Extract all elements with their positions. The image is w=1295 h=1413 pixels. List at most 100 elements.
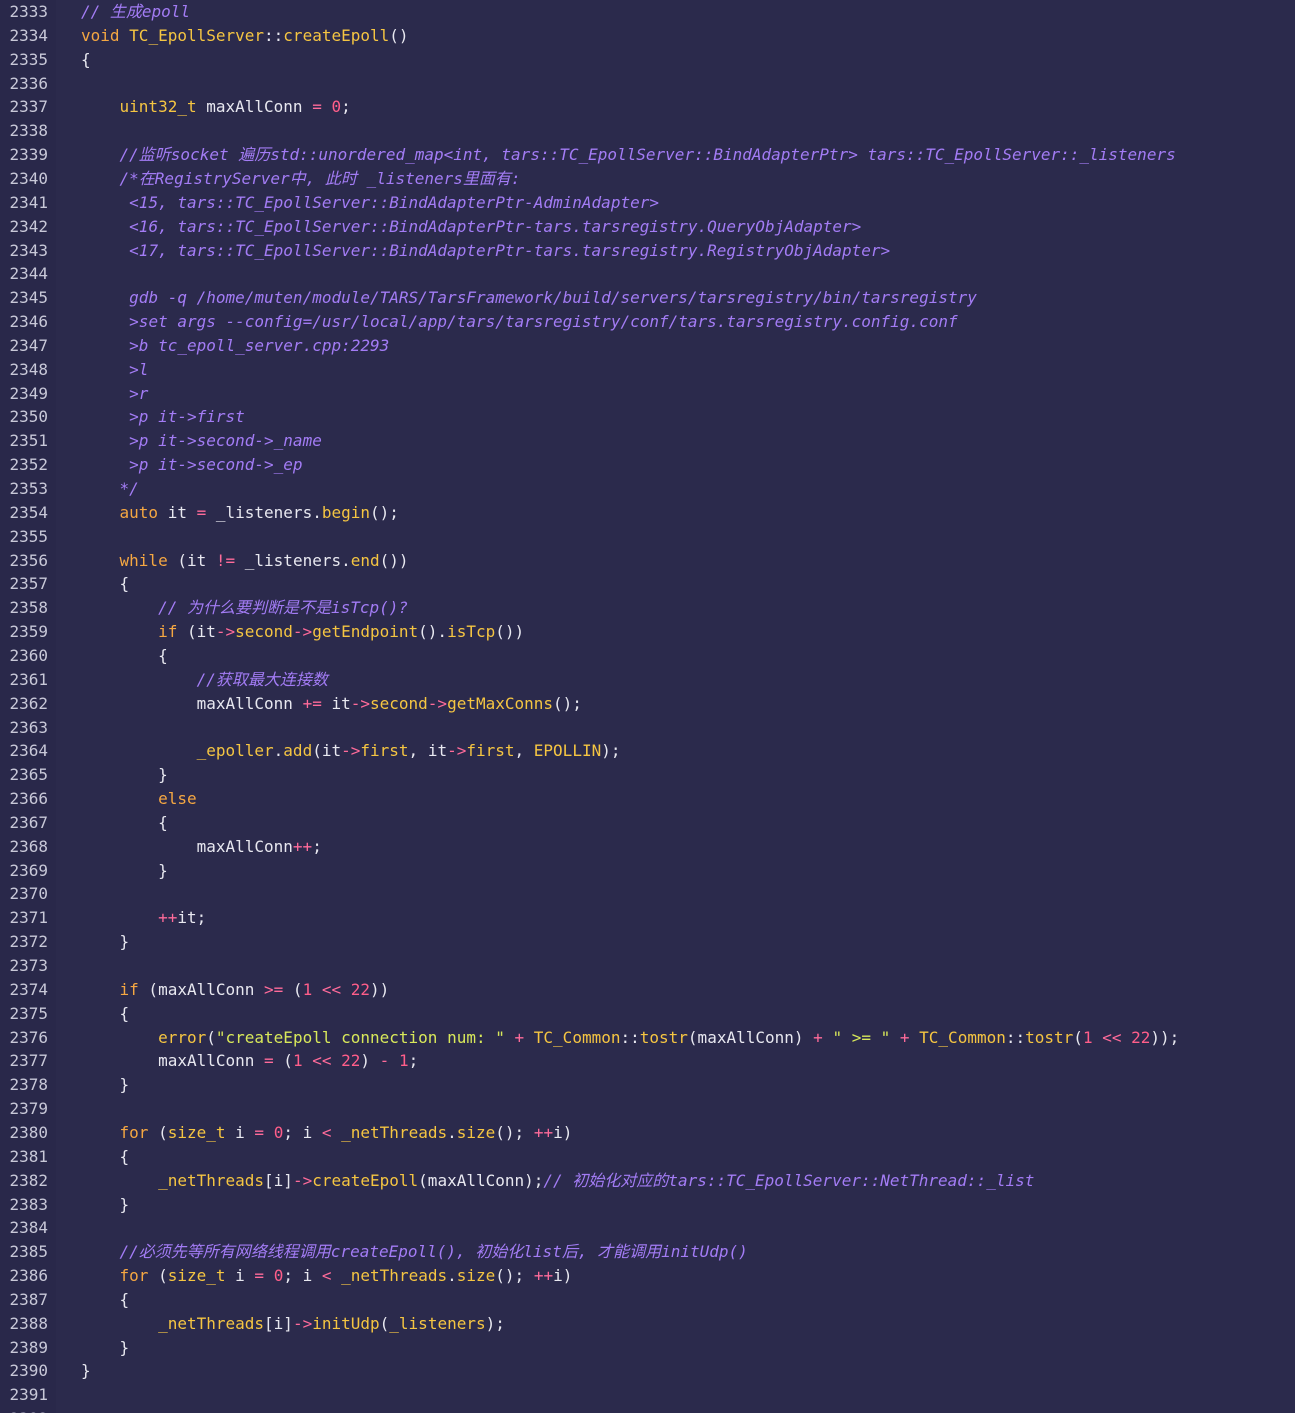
- code-token: first: [466, 741, 515, 761]
- code-token: i: [225, 1122, 255, 1142]
- code-line[interactable]: 2361 //获取最大连接数: [0, 668, 1295, 692]
- code-line[interactable]: 2350 >p it->first: [0, 405, 1295, 429]
- line-number: 2344: [9, 264, 48, 284]
- code-line[interactable]: 2345 gdb -q /home/muten/module/TARS/Tars…: [0, 286, 1295, 310]
- code-line[interactable]: 2363: [0, 716, 1295, 740]
- code-token: second: [235, 622, 293, 642]
- code-line[interactable]: 2335 {: [0, 48, 1295, 72]
- code-line[interactable]: 2386 for (size_t i = 0; i < _netThreads.…: [0, 1264, 1295, 1288]
- code-line[interactable]: 2355: [0, 525, 1295, 549]
- code-line[interactable]: 2337 uint32_t maxAllConn = 0;: [0, 95, 1295, 119]
- code-line[interactable]: 2357 {: [0, 572, 1295, 596]
- code-line[interactable]: 2336: [0, 72, 1295, 96]
- code-line[interactable]: 2349 >r: [0, 382, 1295, 406]
- code-line[interactable]: 2353 */: [0, 477, 1295, 501]
- code-line[interactable]: 2388 _netThreads[i]->initUdp(_listeners)…: [0, 1312, 1295, 1336]
- line-code: }: [81, 1073, 130, 1097]
- code-token: =: [254, 1122, 265, 1142]
- line-number: 2335: [9, 49, 48, 69]
- code-line[interactable]: 2351 >p it->second->_name: [0, 429, 1295, 453]
- line-code: {: [81, 1002, 130, 1026]
- code-line[interactable]: 2372 }: [0, 930, 1295, 954]
- code-token: 1: [398, 1051, 409, 1071]
- code-token: _netThreads: [341, 1266, 448, 1286]
- line-number: 2346: [9, 312, 48, 332]
- code-token: ));: [1150, 1027, 1180, 1047]
- code-line[interactable]: 2354 auto it = _listeners.begin();: [0, 501, 1295, 525]
- code-line[interactable]: 2344: [0, 262, 1295, 286]
- code-line[interactable]: 2342 <16, tars::TC_EpollServer::BindAdap…: [0, 215, 1295, 239]
- line-number: 2334: [9, 25, 48, 45]
- line-code: maxAllConn += it->second->getMaxConns();: [81, 692, 582, 716]
- code-line[interactable]: 2374 if (maxAllConn >= (1 << 22)): [0, 978, 1295, 1002]
- code-line[interactable]: 2373: [0, 954, 1295, 978]
- code-line[interactable]: 2341 <15, tars::TC_EpollServer::BindAdap…: [0, 191, 1295, 215]
- line-number: 2367: [9, 812, 48, 832]
- code-line[interactable]: 2384: [0, 1216, 1295, 1240]
- code-token: second: [370, 693, 428, 713]
- code-line[interactable]: 2380 for (size_t i = 0; i < _netThreads.…: [0, 1121, 1295, 1145]
- code-line[interactable]: 2370: [0, 882, 1295, 906]
- code-token: }: [81, 860, 168, 880]
- code-line[interactable]: 2387 {: [0, 1288, 1295, 1312]
- code-line[interactable]: 2368 maxAllConn++;: [0, 835, 1295, 859]
- code-line[interactable]: 2392: [0, 1407, 1295, 1413]
- code-line[interactable]: 2358 // 为什么要判断是不是isTcp()?: [0, 596, 1295, 620]
- code-token: " >= ": [832, 1027, 891, 1047]
- code-line[interactable]: 2343 <17, tars::TC_EpollServer::BindAdap…: [0, 239, 1295, 263]
- code-line[interactable]: 2391: [0, 1383, 1295, 1407]
- line-code: gdb -q /home/muten/module/TARS/TarsFrame…: [81, 286, 977, 310]
- code-line[interactable]: 2367 {: [0, 811, 1295, 835]
- code-line[interactable]: 2365 }: [0, 763, 1295, 787]
- code-line[interactable]: 2352 >p it->second->_ep: [0, 453, 1295, 477]
- code-line[interactable]: 2356 while (it != _listeners.end()): [0, 549, 1295, 573]
- code-line[interactable]: 2379: [0, 1097, 1295, 1121]
- code-line[interactable]: 2340 /*在RegistryServer中, 此时 _listeners里面…: [0, 167, 1295, 191]
- code-line[interactable]: 2347 >b tc_epoll_server.cpp:2293: [0, 334, 1295, 358]
- code-token: auto: [119, 502, 159, 522]
- code-line[interactable]: 2381 {: [0, 1145, 1295, 1169]
- code-line[interactable]: 2371 ++it;: [0, 906, 1295, 930]
- code-line[interactable]: 2339 //监听socket 遍历std::unordered_map<int…: [0, 143, 1295, 167]
- code-token: +=: [302, 693, 322, 713]
- code-line[interactable]: 2390}: [0, 1359, 1295, 1383]
- code-line[interactable]: 2348 >l: [0, 358, 1295, 382]
- code-editor[interactable]: 2333 // 生成epoll 2334 void TC_EpollServer::c…: [0, 0, 1295, 1413]
- line-number: 2386: [9, 1266, 48, 1286]
- code-token: (maxAllConn: [138, 979, 265, 999]
- code-line[interactable]: 2385 //必须先等所有网络线程调用createEpoll(), 初始化lis…: [0, 1240, 1295, 1264]
- code-line[interactable]: 2338: [0, 119, 1295, 143]
- code-line[interactable]: 2360 {: [0, 644, 1295, 668]
- code-line[interactable]: 2376 error("createEpoll connection num: …: [0, 1026, 1295, 1050]
- code-token: begin: [321, 502, 370, 522]
- line-number: 2373: [9, 956, 48, 975]
- line-code: >l: [81, 358, 148, 382]
- code-line[interactable]: 2378 }: [0, 1073, 1295, 1097]
- code-token: ::: [264, 25, 284, 45]
- code-line[interactable]: 2383 }: [0, 1193, 1295, 1217]
- code-token: maxAllConn: [81, 693, 303, 713]
- code-token: (maxAllConn);: [418, 1170, 544, 1190]
- line-code: // 生成epoll: [81, 0, 190, 24]
- code-line[interactable]: 2377 maxAllConn = (1 << 22) - 1;: [0, 1049, 1295, 1073]
- code-line[interactable]: 2346 >set args --config=/usr/local/app/t…: [0, 310, 1295, 334]
- code-line[interactable]: 2333 // 生成epoll: [0, 0, 1295, 24]
- code-line[interactable]: 2359 if (it->second->getEndpoint().isTcp…: [0, 620, 1295, 644]
- code-line[interactable]: 2334 void TC_EpollServer::createEpoll(): [0, 24, 1295, 48]
- code-line[interactable]: 2366 else: [0, 787, 1295, 811]
- code-token: tostr: [639, 1027, 688, 1047]
- code-token: _listeners: [389, 1313, 486, 1333]
- line-number: 2370: [9, 884, 48, 904]
- line-code: <16, tars::TC_EpollServer::BindAdapterPt…: [81, 215, 861, 239]
- code-line[interactable]: 2364 _epoller.add(it->first, it->first, …: [0, 739, 1295, 763]
- code-line[interactable]: 2375 {: [0, 1002, 1295, 1026]
- code-line[interactable]: 2389 }: [0, 1336, 1295, 1360]
- code-token: tostr: [1025, 1027, 1074, 1047]
- code-line[interactable]: 2362 maxAllConn += it->second->getMaxCon…: [0, 692, 1295, 716]
- code-line[interactable]: 2369 }: [0, 859, 1295, 883]
- code-line[interactable]: 2382 _netThreads[i]->createEpoll(maxAllC…: [0, 1169, 1295, 1193]
- line-code: >p it->second->_ep: [81, 453, 302, 477]
- line-number: 2348: [9, 359, 48, 379]
